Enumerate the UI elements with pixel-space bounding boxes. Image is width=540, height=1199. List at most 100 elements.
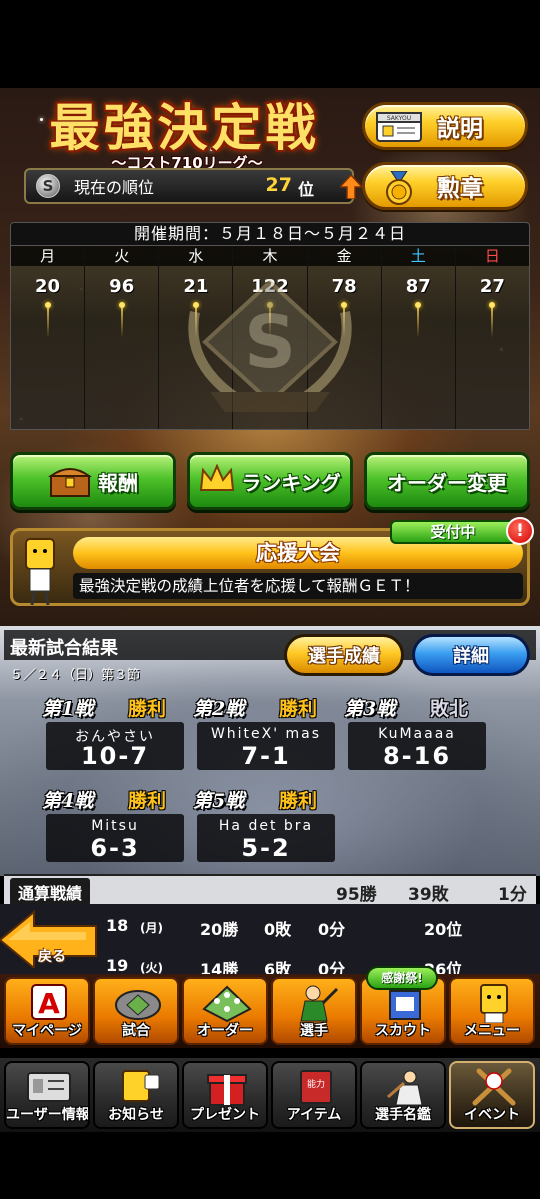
nav-menu[interactable]: メニュー: [449, 977, 535, 1045]
present-icon: [202, 1067, 252, 1107]
item-book-icon: 能力: [291, 1067, 341, 1107]
nav-player-label: 選手: [300, 1023, 328, 1039]
game-number: 第5戦: [193, 790, 245, 812]
nav-mypage[interactable]: A マイページ: [4, 977, 90, 1045]
rank-class-badge: S: [36, 174, 60, 198]
rank-value: 27: [265, 174, 292, 196]
game-result-card[interactable]: 第2戦 勝利 WhiteX' mas 7-1: [193, 694, 343, 770]
svg-text:SAKYOU: SAKYOU: [387, 115, 411, 122]
scout-festival-badge: 感謝祭!: [366, 966, 438, 990]
game-result-card[interactable]: 第1戦 勝利 おんやさい 10-7: [42, 694, 192, 770]
game-score: 8-16: [382, 742, 452, 770]
app-root: 最強決定戦 〜コスト710リーグ〜 S 現在の順位 27 位 SAKYOU 説明: [0, 0, 540, 1199]
weekday-label-sunday: 日: [455, 246, 529, 266]
game-score: 5-2: [241, 834, 291, 862]
calendar-day: 日 27: [455, 246, 529, 429]
game-number: 第4戦: [42, 790, 94, 812]
weekday-label: 木: [233, 246, 307, 266]
record-wins: 20勝: [200, 920, 239, 939]
results-date: ５／２４（日）第３節: [10, 668, 141, 683]
total-record-label: 通算戦績: [10, 878, 91, 906]
reward-button[interactable]: 報酬: [10, 452, 176, 510]
explain-book-icon: SAKYOU: [375, 111, 423, 143]
nav-user-info[interactable]: ユーザー情報: [4, 1061, 90, 1129]
page-title: 最強決定戦: [49, 98, 320, 157]
nav-item[interactable]: 能力 アイテム: [271, 1061, 357, 1129]
event-bats-icon: [469, 1067, 519, 1107]
game-score-box: Mitsu 6-3: [46, 814, 184, 862]
game-score-box: Ha det bra 5-2: [197, 814, 335, 862]
nav-player-album[interactable]: 選手名鑑: [360, 1061, 446, 1129]
day-score: 87: [405, 276, 431, 297]
stadium-icon: [113, 983, 163, 1023]
game-score: 7-1: [241, 742, 291, 770]
total-wins: 95勝: [336, 885, 377, 905]
svg-text:A: A: [38, 987, 60, 1020]
game-score: 10-7: [80, 742, 150, 770]
rank-label: 現在の順位: [74, 178, 155, 197]
game-score-box: おんやさい 10-7: [46, 722, 184, 770]
current-rank-bar: S 現在の順位 27 位: [24, 168, 362, 204]
nav-player[interactable]: 選手: [271, 977, 357, 1045]
nav-mypage-label: マイページ: [12, 1023, 82, 1039]
support-description: 最強決定戦の成績上位者を応援して報酬ＧＥＴ！: [73, 573, 523, 599]
game-result-card[interactable]: 第3戦 敗北 KuMaaaa 8-16: [344, 694, 494, 770]
game-result-card[interactable]: 第5戦 勝利 Ha det bra 5-2: [193, 786, 343, 862]
game-score-box: WhiteX' mas 7-1: [197, 722, 335, 770]
nav-notice-label: お知らせ: [108, 1107, 164, 1123]
ranking-button-label: ランキング: [241, 470, 341, 495]
game-score: 6-3: [90, 834, 140, 862]
weekday-label: 火: [85, 246, 159, 266]
calendar-day: 月 20: [11, 246, 86, 429]
record-day: 18: [106, 916, 129, 935]
medal-button[interactable]: 勲章: [362, 162, 528, 210]
player-album-icon: [380, 1067, 430, 1107]
total-record-bar: 通算戦績 95勝 39敗 1分: [4, 874, 536, 906]
record-draws: 0分: [318, 920, 346, 939]
explain-button[interactable]: SAKYOU 説明: [362, 102, 528, 150]
record-losses: 0敗: [264, 920, 292, 939]
back-button[interactable]: 戻る: [0, 909, 100, 971]
reward-button-label: 報酬: [98, 470, 138, 495]
order-change-button[interactable]: オーダー変更: [364, 452, 530, 510]
user-card-icon: [24, 1067, 74, 1107]
svg-text:S: S: [244, 300, 296, 384]
detail-button[interactable]: 詳細: [412, 634, 530, 676]
weekday-label: 水: [159, 246, 233, 266]
weekday-label: 金: [307, 246, 381, 266]
lineup-icon: [202, 983, 252, 1023]
svg-text:能力: 能力: [307, 1078, 325, 1090]
notice-icon: [113, 1067, 163, 1107]
nav-present[interactable]: プレゼント: [182, 1061, 268, 1129]
treasure-chest-icon: [47, 464, 93, 498]
nav-notice[interactable]: お知らせ: [93, 1061, 179, 1129]
nav-present-label: プレゼント: [190, 1107, 260, 1123]
nav-order[interactable]: オーダー: [182, 977, 268, 1045]
weekday-label: 月: [11, 246, 85, 266]
mypage-a-icon: A: [24, 983, 74, 1023]
game-outcome: 勝利: [128, 698, 167, 720]
game-outcome: 敗北: [430, 698, 469, 720]
explain-button-label: 説明: [437, 116, 483, 142]
nav-game[interactable]: 試合: [93, 977, 179, 1045]
rank-unit: 位: [297, 180, 314, 199]
results-title: 最新試合結果: [10, 638, 118, 659]
mascot-icon: [20, 535, 60, 607]
nav-order-label: オーダー: [197, 1023, 253, 1039]
game-result-card[interactable]: 第4戦 勝利 Mitsu 6-3: [42, 786, 192, 862]
nav-game-label: 試合: [122, 1023, 150, 1039]
player-stats-button[interactable]: 選手成績: [284, 634, 404, 676]
nav-event[interactable]: イベント: [449, 1061, 535, 1129]
game-number: 第3戦: [344, 698, 396, 720]
event-period: 開催期間：５月１８日〜５月２４日: [10, 222, 530, 246]
game-outcome: 勝利: [279, 790, 318, 812]
ranking-button[interactable]: ランキング: [187, 452, 353, 510]
game-number: 第2戦: [193, 698, 245, 720]
total-draws: 1分: [498, 885, 527, 905]
medal-icon: [375, 170, 423, 205]
nav-menu-label: メニュー: [464, 1023, 520, 1039]
player-icon: [291, 983, 341, 1023]
opponent-name: KuMaaaa: [378, 726, 456, 742]
nav-player-album-label: 選手名鑑: [375, 1107, 431, 1123]
record-day: 19: [106, 956, 129, 975]
